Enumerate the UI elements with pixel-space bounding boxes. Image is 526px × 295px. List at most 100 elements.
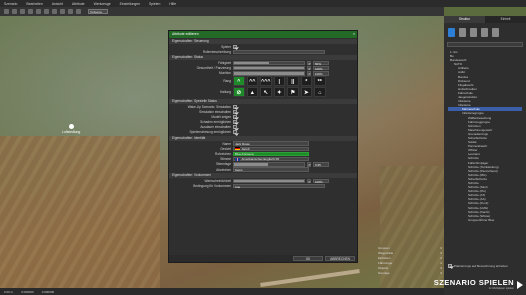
voice-select[interactable]: Amerikanisches Englisch 06 xyxy=(233,157,309,162)
redo-icon[interactable] xyxy=(12,9,17,14)
special-label: Schaden ermöglichen xyxy=(200,120,231,125)
stance-flag-icon[interactable]: ⚑ xyxy=(287,87,299,98)
stance-down-icon[interactable]: ✦ xyxy=(273,87,285,98)
independent-icon[interactable] xyxy=(470,27,477,37)
pitch-reset-button[interactable]: ↺ xyxy=(307,162,311,167)
dialog-title-text: Attribute editieren xyxy=(172,32,199,36)
probability-slider[interactable] xyxy=(233,178,305,183)
ammo-reset-button[interactable]: ↺ xyxy=(307,71,311,76)
health-slider[interactable] xyxy=(233,65,305,71)
place-on-surface-checkbox[interactable] xyxy=(448,263,452,268)
stance-selector: ⊘ ▲ ↖ ✦ ⚑ ➤ ⌂ xyxy=(233,87,357,98)
condition-row: Bedingung für Vorkommen true xyxy=(169,183,357,189)
play-scenario-title: SZENARIO SPIELEN xyxy=(433,278,514,287)
stance-cover-icon[interactable]: ⌂ xyxy=(314,87,326,98)
rank-captain-icon[interactable]: || xyxy=(287,76,299,87)
ammo-row: Munition ↺ 100% xyxy=(169,71,357,76)
snap-icon[interactable] xyxy=(44,9,49,14)
pitch-slider[interactable] xyxy=(233,162,305,167)
map-icon[interactable] xyxy=(68,9,73,14)
stance-run-icon[interactable]: ➤ xyxy=(300,87,312,98)
face-select[interactable]: Jacob xyxy=(233,146,309,152)
stance-row: Haltung ⊘ ▲ ↖ ✦ ⚑ ➤ ⌂ xyxy=(169,87,357,98)
special-row: Schaden ermöglichen xyxy=(169,120,357,125)
place-on-surface-option[interactable]: Platzierungs auf Bezeichnung anheben xyxy=(444,262,526,269)
scale-icon[interactable] xyxy=(36,9,41,14)
special-checkbox[interactable] xyxy=(233,114,237,119)
opfor-icon[interactable] xyxy=(459,27,466,37)
rank-sergeant-icon[interactable]: ^^^ xyxy=(260,76,272,87)
play-icon[interactable] xyxy=(517,281,523,289)
pitch-value[interactable]: 0.95 xyxy=(313,162,329,167)
rotate-icon[interactable] xyxy=(28,9,33,14)
special-checkbox[interactable] xyxy=(233,109,237,114)
blufor-icon[interactable] xyxy=(448,27,455,37)
health-value[interactable]: 100% xyxy=(313,65,329,71)
special-checkbox[interactable] xyxy=(233,104,237,109)
rank-private-icon[interactable]: ^ xyxy=(233,76,245,87)
view-select[interactable]: Teilweise xyxy=(88,9,108,14)
stance-auto-icon[interactable]: ⊘ xyxy=(233,87,245,98)
empty-icon[interactable] xyxy=(492,27,499,37)
ammo-slider[interactable] xyxy=(233,71,305,76)
probability-value[interactable]: 100% xyxy=(313,178,329,184)
special-checkbox[interactable] xyxy=(233,130,237,135)
search-input[interactable] xyxy=(447,42,523,47)
probability-label: Wahrscheinlichkeit xyxy=(204,178,231,183)
terrain-icon[interactable] xyxy=(60,9,65,14)
pitch-label: Stimmlage xyxy=(215,162,231,167)
stance-label: Haltung xyxy=(220,90,231,95)
special-row: Modell zeigen xyxy=(169,114,357,119)
callsign-select[interactable]: Blue-Fonseca xyxy=(233,151,309,157)
cancel-button[interactable]: ABBRECHEN xyxy=(325,256,355,261)
rank-corporal-icon[interactable]: ^^ xyxy=(246,76,258,87)
menu-ansicht[interactable]: Ansicht xyxy=(52,2,63,6)
voice-label: Stimme xyxy=(220,157,231,162)
role-input[interactable] xyxy=(233,49,325,54)
skill-label: Fähigkeit xyxy=(218,60,231,65)
close-icon[interactable]: × xyxy=(353,31,355,38)
play-scenario-subtitle: Im Multiplayer spielen xyxy=(488,287,514,290)
camera-icon[interactable] xyxy=(76,9,81,14)
special-checkbox[interactable] xyxy=(233,125,237,130)
ok-button[interactable]: OK xyxy=(293,256,323,261)
toolbar: Teilweise xyxy=(0,7,444,16)
skill-value[interactable]: 50% xyxy=(313,60,329,66)
insignia-select[interactable]: Keins xyxy=(233,167,309,172)
ammo-value[interactable]: 100% xyxy=(313,71,329,76)
grid-icon[interactable] xyxy=(52,9,57,14)
undo-icon[interactable] xyxy=(4,9,9,14)
condition-input[interactable]: true xyxy=(233,183,325,189)
stats-panel: Gruppen 0 Wegpunkte 0 Einheiten 0 Fahrzeuge… xyxy=(378,246,442,277)
role-label: Rollenbeschreibung xyxy=(202,49,231,54)
menu-werkzeuge[interactable]: Werkzeuge xyxy=(94,2,111,6)
menu-szenario[interactable]: Szenario xyxy=(4,2,17,6)
rank-lieutenant-icon[interactable]: | xyxy=(273,76,285,87)
stance-middle-icon[interactable]: ↖ xyxy=(260,87,272,98)
name-input[interactable]: Jack Rowe xyxy=(233,141,309,146)
rank-major-icon[interactable]: * xyxy=(300,76,312,87)
menu-bearbeiten[interactable]: Bearbeiten xyxy=(26,2,42,6)
move-icon[interactable] xyxy=(20,9,25,14)
skill-reset-button[interactable]: ↺ xyxy=(307,60,311,66)
menu-einstellungen[interactable]: Einstellungen xyxy=(120,2,140,6)
play-scenario[interactable]: SZENARIO SPIELEN Im Multiplayer spielen xyxy=(434,278,514,290)
menu-spielen[interactable]: Spielen xyxy=(149,2,160,6)
map-marker[interactable]: Luftsiedlung xyxy=(62,124,80,134)
special-label: Ausdauer einschalten xyxy=(200,125,231,130)
health-reset-button[interactable]: ↺ xyxy=(307,65,311,71)
tree-item[interactable]: Gruppenführer Blue xyxy=(448,218,522,222)
special-label: Modell zeigen xyxy=(211,114,231,119)
probability-reset-button[interactable]: ↺ xyxy=(307,178,311,184)
skill-slider[interactable] xyxy=(233,60,305,66)
tab-einheit[interactable]: Einheit xyxy=(485,16,526,23)
stance-up-icon[interactable]: ▲ xyxy=(246,87,258,98)
tab-struktur[interactable]: Struktur xyxy=(444,16,485,23)
menu-attribute[interactable]: Attribute xyxy=(72,2,85,6)
menu-hilfe[interactable]: Hilfe xyxy=(169,2,176,6)
special-checkbox[interactable] xyxy=(233,120,237,125)
civilian-icon[interactable] xyxy=(481,27,488,37)
player-checkbox[interactable] xyxy=(233,44,237,49)
rank-colonel-icon[interactable]: ** xyxy=(314,76,326,87)
dialog-footer: OK ABBRECHEN xyxy=(169,255,357,262)
